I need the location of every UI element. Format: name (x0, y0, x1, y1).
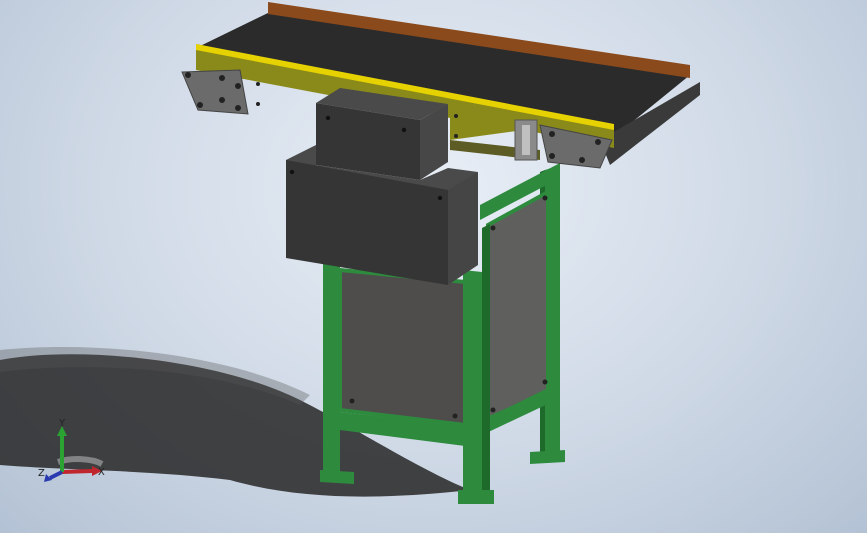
triad-base (57, 456, 104, 467)
conveyor-model[interactable] (0, 0, 867, 533)
x-axis-label: X (98, 467, 105, 478)
x-axis-arrow: X (61, 466, 105, 478)
coordinate-triad[interactable]: X Y Z (36, 414, 116, 484)
z-axis-arrow: Z (38, 468, 63, 482)
y-axis-label: Y (58, 418, 66, 429)
cad-viewport[interactable]: X Y Z (0, 0, 867, 533)
y-axis-arrow: Y (57, 418, 67, 472)
z-axis-label: Z (38, 468, 45, 479)
